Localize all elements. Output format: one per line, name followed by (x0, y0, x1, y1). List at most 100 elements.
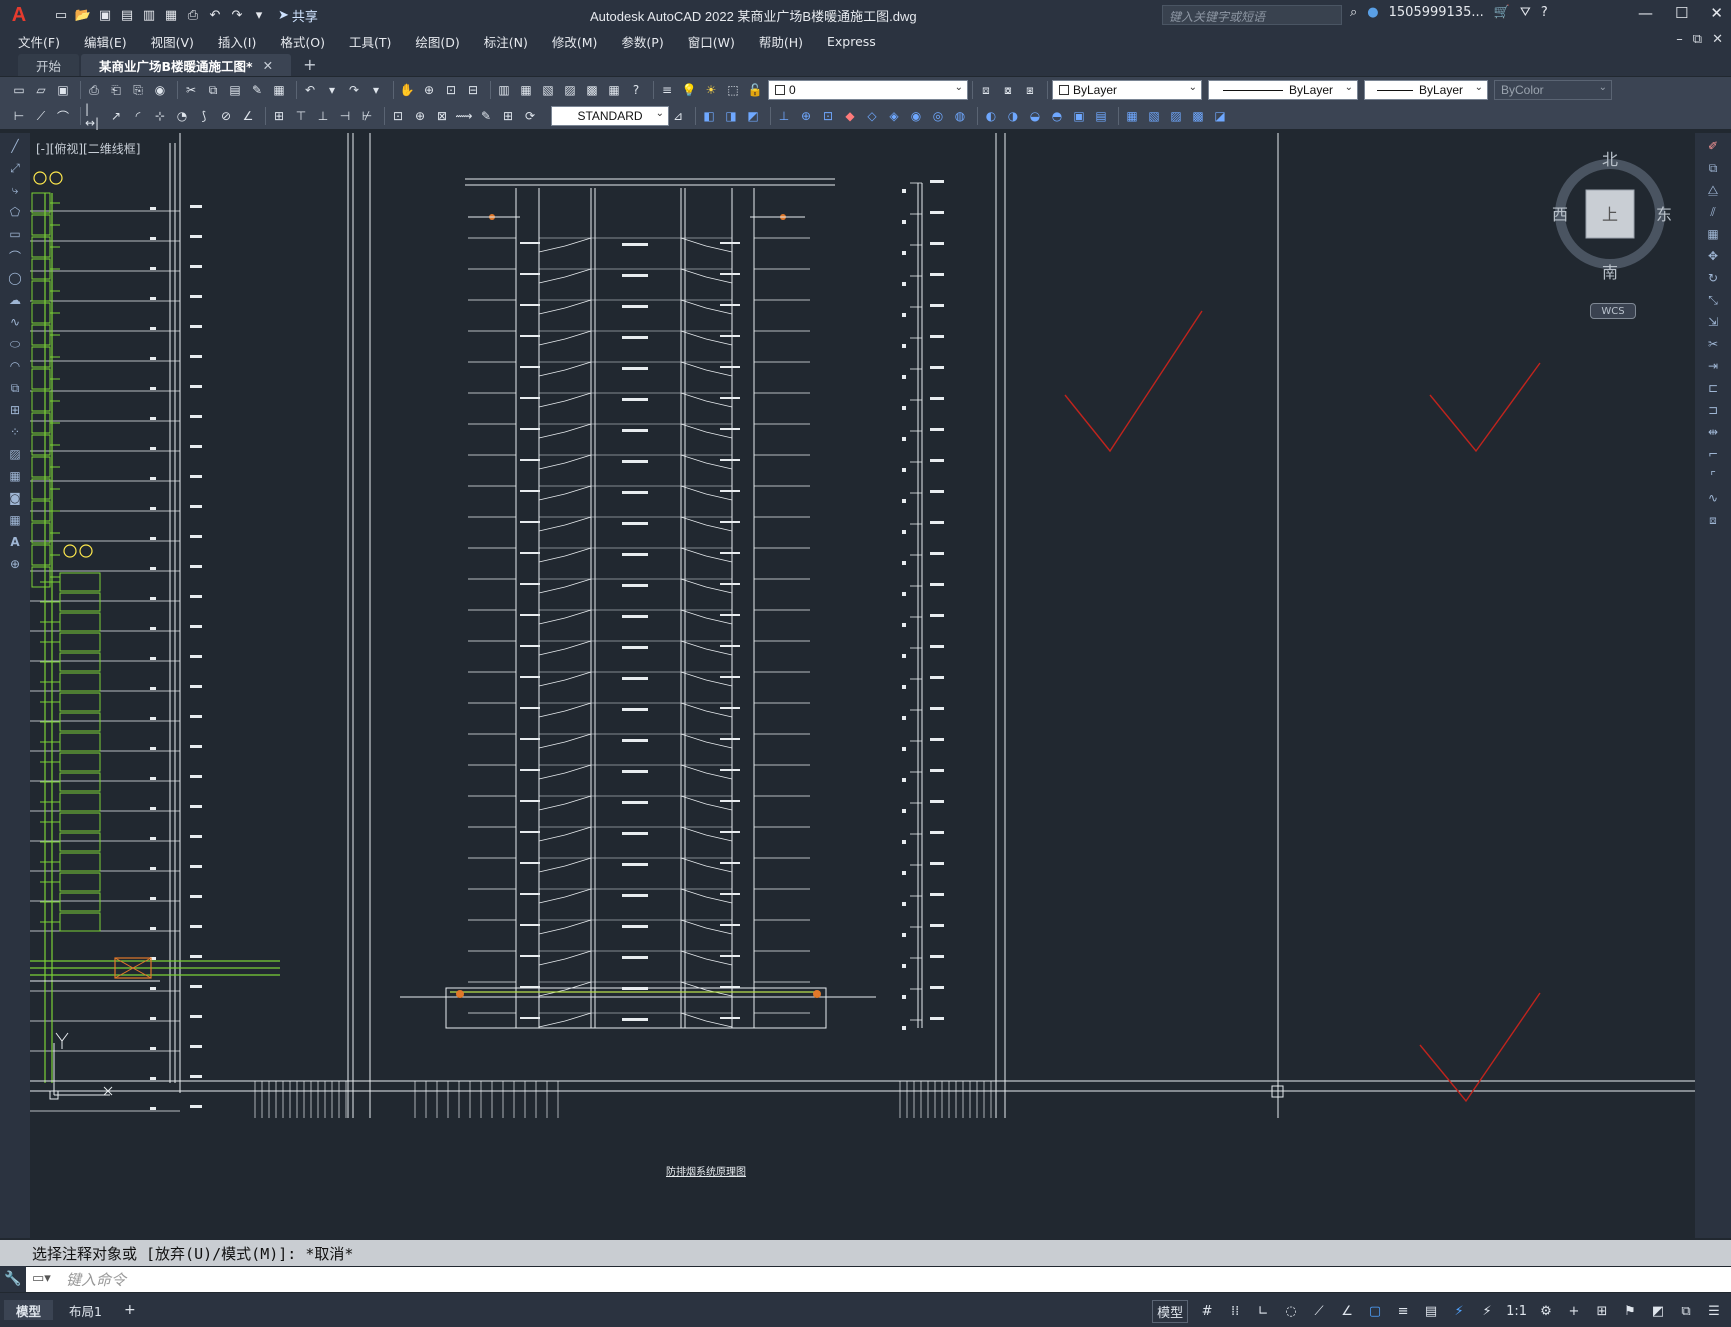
tab-drawing[interactable]: 某商业广场B楼暖通施工图* ✕ (81, 54, 292, 76)
dim-diameter-icon[interactable]: ⊘ (217, 107, 235, 125)
linetype-dropdown[interactable]: ByLayer ⌄ (1208, 80, 1358, 100)
ortho-icon[interactable]: ∟ (1254, 1304, 1272, 1319)
offset-icon[interactable]: ⫽ (1703, 203, 1723, 221)
aligned-dim-icon[interactable]: ⟋ (32, 107, 50, 125)
command-prompt-icon[interactable]: ▭▾ (32, 1271, 51, 1286)
annotation-visibility-icon[interactable]: ⚡ (1450, 1304, 1468, 1319)
dim-aligned-icon[interactable]: ↗ (107, 107, 125, 125)
table-icon[interactable]: ▦ (5, 511, 25, 529)
dimstyle-dropdown[interactable]: STANDARD ⌄ (551, 106, 669, 126)
search-icon[interactable]: ⌕ (1350, 5, 1357, 20)
3d-print-icon[interactable]: ◉ (151, 81, 169, 99)
dim-angular-icon[interactable]: ∠ (239, 107, 257, 125)
arc-length-icon[interactable]: ⌒ (54, 107, 72, 125)
menu-parametric[interactable]: 参数(P) (621, 32, 663, 51)
viewcube[interactable]: 上 北 南 西 东 (1548, 140, 1678, 282)
dim-text-edit-icon[interactable]: ⊞ (499, 107, 517, 125)
sheet-set-icon[interactable]: ▨ (561, 81, 579, 99)
match-properties-icon[interactable]: ✎ (248, 81, 266, 99)
open-file-icon[interactable]: 📂 (74, 6, 92, 24)
share-button[interactable]: ➤ 共享 (278, 6, 318, 25)
chamfer-icon[interactable]: ⌐ (1703, 445, 1723, 463)
visual-style-icon[interactable]: ◐ (982, 107, 1000, 125)
lights-icon[interactable]: ◒ (1026, 107, 1044, 125)
save-as-icon[interactable]: ▤ (118, 6, 136, 24)
copy-object-icon[interactable]: ⧉ (1703, 159, 1723, 177)
redo-dropdown-icon[interactable]: ▾ (367, 81, 385, 99)
mesh-icon[interactable]: ▦ (1123, 107, 1141, 125)
insert-block-icon[interactable]: ⧉ (5, 379, 25, 397)
quickcalc-icon[interactable]: ▦ (605, 81, 623, 99)
menu-dimension[interactable]: 标注(N) (484, 32, 528, 51)
gradient-icon[interactable]: ▦ (5, 467, 25, 485)
viewport-controls-label[interactable]: [-][俯视][二维线框] (36, 140, 140, 157)
menu-tools[interactable]: 工具(T) (349, 32, 391, 51)
point-icon[interactable]: ⁘ (5, 423, 25, 441)
jogged-linear-icon[interactable]: ⟿ (455, 107, 473, 125)
autocad-logo[interactable]: A (6, 2, 32, 28)
grid-icon[interactable]: # (1198, 1304, 1216, 1319)
dimstyle-icon[interactable]: ⊿ (669, 107, 687, 125)
markup-icon[interactable]: ▩ (583, 81, 601, 99)
quick-dim-icon[interactable]: ⊞ (270, 107, 288, 125)
auto-scale-icon[interactable]: ⚡ (1478, 1304, 1496, 1319)
tolerance-icon[interactable]: ⊡ (389, 107, 407, 125)
save-web-icon[interactable]: ▦ (162, 6, 180, 24)
mtext-icon[interactable]: A (5, 533, 25, 551)
view-front-icon[interactable]: ◧ (700, 107, 718, 125)
layer-thaw-icon[interactable]: ☀ (702, 81, 720, 99)
compass-south[interactable]: 南 (1602, 263, 1618, 282)
extend-icon[interactable]: ⇥ (1703, 357, 1723, 375)
join-icon[interactable]: ⇹ (1703, 423, 1723, 441)
quick-properties-icon[interactable]: ⚑ (1621, 1304, 1639, 1319)
new-tab-button[interactable]: + (303, 55, 316, 74)
annotation-monitor-icon[interactable]: + (1565, 1304, 1583, 1319)
save-icon[interactable]: ▣ (96, 6, 114, 24)
object-snap-icon[interactable]: ▢ (1366, 1304, 1384, 1319)
save-icon[interactable]: ▣ (54, 81, 72, 99)
wcs-menu[interactable]: WCS (1590, 303, 1636, 319)
dim-linear-icon[interactable]: |↔| (85, 102, 103, 130)
polar-icon[interactable]: ◌ (1282, 1304, 1300, 1319)
array-icon[interactable]: ▦ (1703, 225, 1723, 243)
user-name[interactable]: 1505999135... (1389, 5, 1484, 20)
break-at-point-icon[interactable]: ⊏ (1703, 379, 1723, 397)
region-icon[interactable]: ◙ (5, 489, 25, 507)
plot-preview-icon[interactable]: ⎗ (107, 81, 125, 99)
render-icon[interactable]: ◑ (1004, 107, 1022, 125)
isolate-objects-icon[interactable]: ◩ (1649, 1304, 1667, 1319)
cart-icon[interactable]: 🛒 (1494, 5, 1510, 20)
rectangle-icon[interactable]: ▭ (5, 225, 25, 243)
flatshot-icon[interactable]: ◪ (1211, 107, 1229, 125)
tool-palettes-icon[interactable]: ▧ (539, 81, 557, 99)
polygon-icon[interactable]: ⬠ (5, 203, 25, 221)
zoom-window-icon[interactable]: ⊡ (442, 81, 460, 99)
drawing-minimize-button[interactable]: – (1676, 32, 1683, 47)
revcloud-icon[interactable]: ☁ (5, 291, 25, 309)
linear-dim-icon[interactable]: ⊢ (10, 107, 28, 125)
blend-icon[interactable]: ∿ (1703, 489, 1723, 507)
explode-icon[interactable]: ⧈ (1703, 511, 1723, 529)
zoom-realtime-icon[interactable]: ⊕ (420, 81, 438, 99)
dim-update-icon[interactable]: ⟳ (521, 107, 539, 125)
customize-command-icon[interactable]: 🔧 (4, 1271, 21, 1287)
clean-screen-icon[interactable]: ☰ (1705, 1304, 1723, 1319)
compass-north[interactable]: 北 (1602, 150, 1618, 169)
ucs-view-icon[interactable]: ◈ (885, 107, 903, 125)
ellipse-arc-icon[interactable]: ◠ (5, 357, 25, 375)
ucs-world-icon[interactable]: ⊕ (797, 107, 815, 125)
ucs-face-icon[interactable]: ◆ (841, 107, 859, 125)
autodesk-app-icon[interactable]: ⛛ (1520, 5, 1531, 20)
ucs-zaxis-icon[interactable]: ◎ (929, 107, 947, 125)
undo-icon[interactable]: ↶ (206, 6, 224, 24)
plot-icon[interactable]: ⎙ (85, 81, 103, 99)
layer-on-icon[interactable]: 💡 (680, 81, 698, 99)
solid-icon[interactable]: ▧ (1145, 107, 1163, 125)
open-icon[interactable]: ▱ (32, 81, 50, 99)
model-space-button[interactable]: 模型 (1152, 1300, 1189, 1323)
mirror-icon[interactable]: ⧋ (1703, 181, 1723, 199)
surface-icon[interactable]: ▨ (1167, 107, 1185, 125)
circle-icon[interactable]: ◯ (5, 269, 25, 287)
scale-icon[interactable]: ⤡ (1703, 291, 1723, 309)
maximize-button[interactable]: ☐ (1675, 4, 1688, 22)
